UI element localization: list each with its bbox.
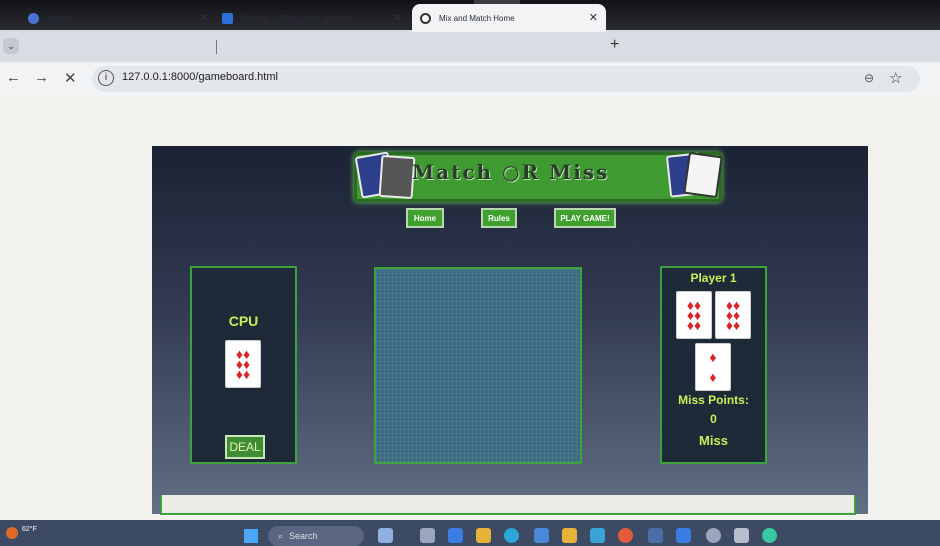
settings-icon[interactable] <box>706 528 721 543</box>
tab-history[interactable]: History ✕ <box>28 4 216 32</box>
tab-label: Settings – Privacy and security <box>241 13 351 23</box>
miss-points-label: Miss Points: <box>678 393 749 407</box>
folder-icon[interactable] <box>476 528 491 543</box>
player-card-selected[interactable]: ♦ ♦ <box>695 343 731 391</box>
new-tab-button[interactable]: + <box>610 36 619 54</box>
player-card[interactable]: ♦♦ ♦♦ ♦♦ <box>715 291 751 339</box>
tab-strip <box>0 30 940 62</box>
chrome-icon[interactable] <box>618 528 633 543</box>
info-icon[interactable]: i <box>98 70 114 86</box>
tab-label: History <box>47 13 72 23</box>
close-icon[interactable]: ✕ <box>589 11 598 24</box>
status-text: Miss <box>699 433 728 448</box>
url-text[interactable]: 127.0.0.1:8000/gameboard.html <box>122 71 278 83</box>
tab-divider <box>216 40 217 54</box>
rules-button[interactable]: Rules <box>481 208 517 228</box>
folder-icon[interactable] <box>562 528 577 543</box>
close-icon[interactable]: ✕ <box>199 11 208 24</box>
weather-icon[interactable] <box>6 527 18 539</box>
game-title: Match ○R Miss <box>412 160 610 184</box>
app-icon[interactable] <box>590 528 605 543</box>
weather-text[interactable]: 62°F <box>22 526 37 533</box>
stop-icon[interactable]: ✕ <box>64 69 77 87</box>
play-game-button[interactable]: PLAY GAME! <box>554 208 616 228</box>
app-icon[interactable] <box>448 528 463 543</box>
zoom-icon[interactable]: ⊖ <box>864 71 874 85</box>
player-card[interactable]: ♦♦ ♦♦ ♦♦ <box>676 291 712 339</box>
widgets-icon[interactable] <box>378 528 393 543</box>
tab-settings[interactable]: Settings – Privacy and security ✕ <box>222 4 410 32</box>
close-icon[interactable]: ✕ <box>393 11 402 24</box>
deal-button[interactable]: DEAL <box>225 435 265 459</box>
gear-icon <box>222 12 233 24</box>
tab-label: Mix and Match Home <box>439 13 515 23</box>
store-icon[interactable] <box>534 528 549 543</box>
app-icon[interactable] <box>762 528 777 543</box>
skull-card-icon <box>683 151 723 199</box>
tab-search-button[interactable]: ⌄ <box>3 38 19 54</box>
player-label: Player 1 <box>690 271 737 285</box>
bookmark-star-icon[interactable]: ☆ <box>889 69 902 87</box>
start-icon[interactable] <box>244 529 258 543</box>
cpu-label: CPU <box>228 313 259 329</box>
vscode-icon[interactable] <box>676 528 691 543</box>
tab-mix-and-match[interactable]: Mix and Match Home ✕ <box>412 4 606 32</box>
play-area <box>374 267 582 464</box>
task-view-icon[interactable] <box>420 528 435 543</box>
forward-icon[interactable]: → <box>34 69 49 86</box>
site-icon <box>420 12 431 24</box>
back-icon[interactable]: ← <box>6 69 21 86</box>
app-icon[interactable] <box>648 528 663 543</box>
app-icon[interactable] <box>734 528 749 543</box>
edge-icon[interactable] <box>504 528 519 543</box>
cpu-card: ♦♦ ♦♦ ♦♦ <box>225 340 261 388</box>
taskbar <box>0 520 940 546</box>
home-button[interactable]: Home <box>406 208 444 228</box>
search-placeholder: Search <box>289 531 318 541</box>
footer-bar <box>160 495 856 515</box>
villain-card-icon <box>378 154 416 200</box>
search-icon: ⌕ <box>278 530 284 541</box>
miss-points-value: 0 <box>710 412 717 426</box>
history-icon <box>28 12 39 24</box>
taskbar-search[interactable]: ⌕ Search <box>268 526 364 546</box>
